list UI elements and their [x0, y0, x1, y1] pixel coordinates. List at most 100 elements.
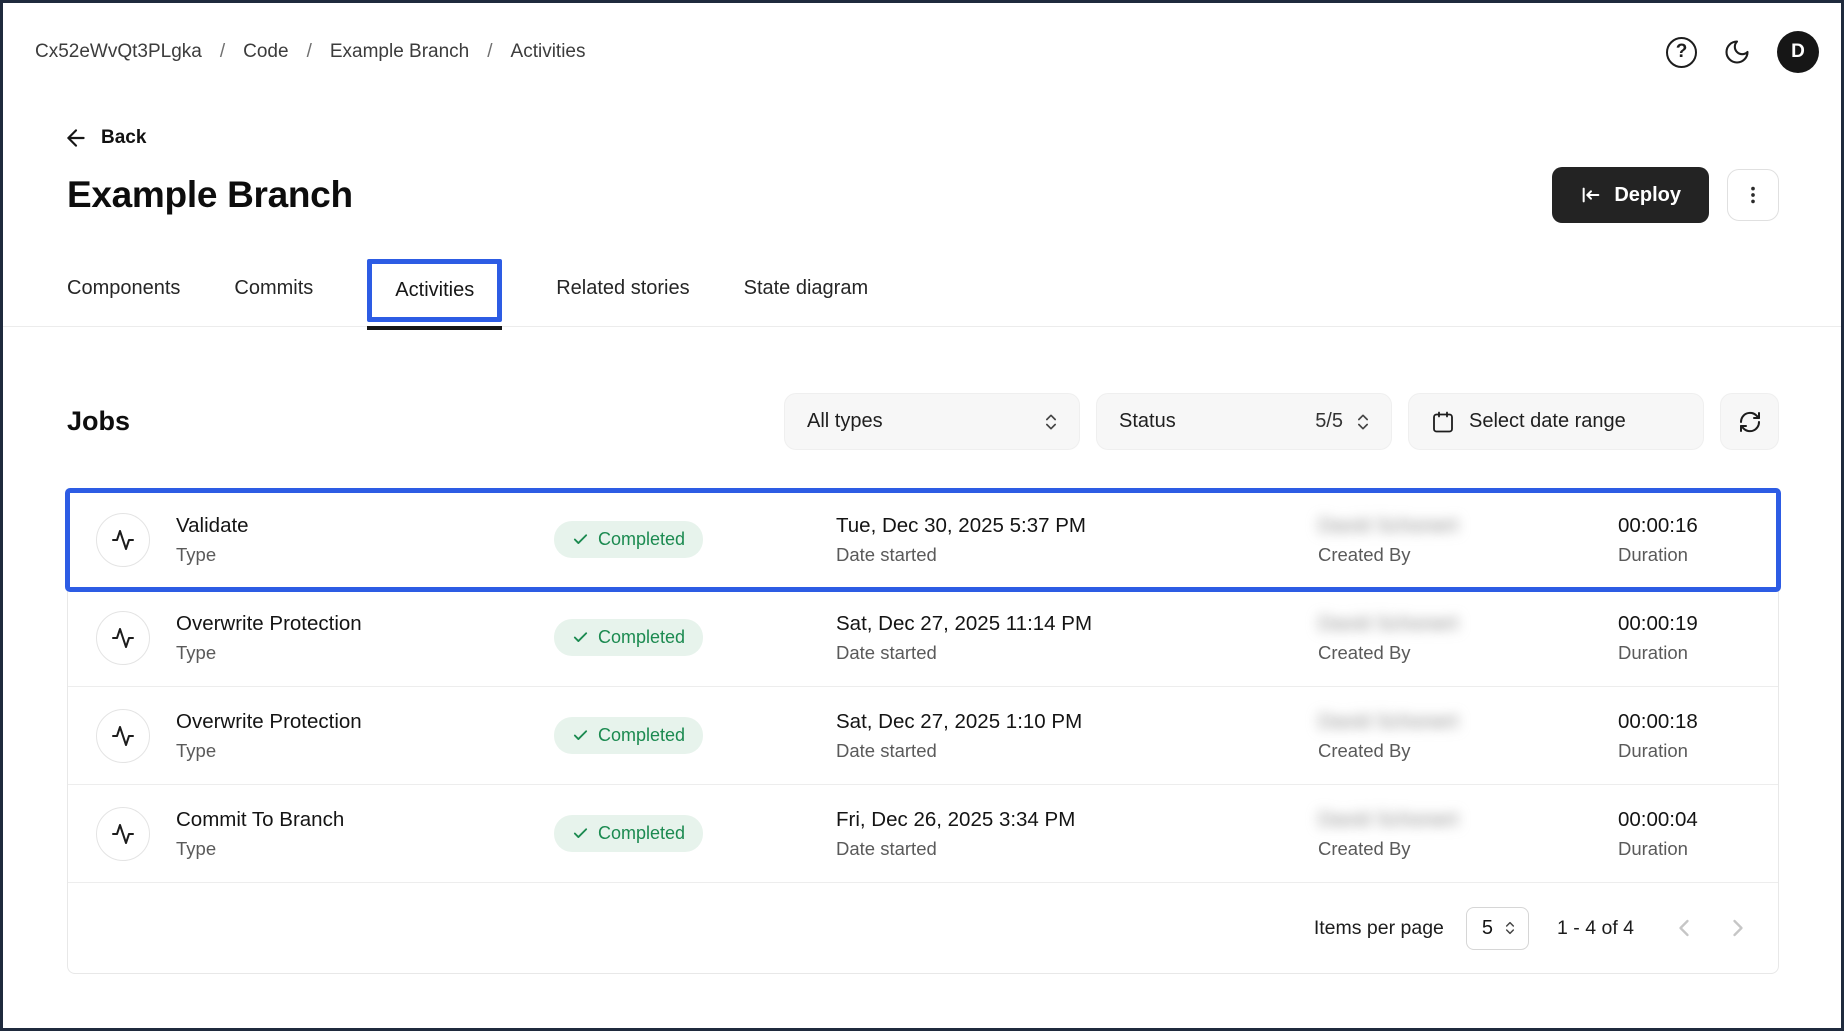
next-page-button[interactable] — [1724, 914, 1752, 942]
deploy-label: Deploy — [1614, 184, 1681, 207]
items-per-page-value: 5 — [1482, 917, 1493, 940]
deploy-button[interactable]: Deploy — [1552, 167, 1709, 223]
job-status-cell: Completed — [554, 717, 836, 754]
jobs-filters: All types Status 5/5 Select date range — [784, 393, 1779, 450]
breadcrumb-separator: / — [220, 41, 225, 63]
status-badge: Completed — [554, 521, 703, 558]
user-avatar[interactable]: D — [1777, 31, 1819, 73]
job-date: Sat, Dec 27, 2025 1:10 PM — [836, 710, 1318, 734]
job-duration-cell: 00:00:18 Duration — [1618, 710, 1778, 762]
jobs-header: Jobs All types Status 5/5 Select date ra… — [3, 393, 1841, 450]
header-actions: Deploy — [1552, 167, 1779, 223]
job-date-cell: Sat, Dec 27, 2025 1:10 PM Date started — [836, 710, 1318, 762]
job-type-label: Type — [176, 740, 362, 762]
activity-icon — [96, 611, 150, 665]
job-name: Overwrite Protection — [176, 710, 362, 734]
job-name: Overwrite Protection — [176, 612, 362, 636]
created-by-label: Created By — [1318, 544, 1618, 566]
calendar-icon — [1431, 410, 1455, 434]
date-started-label: Date started — [836, 740, 1318, 762]
job-name: Commit To Branch — [176, 808, 344, 832]
help-button[interactable]: ? — [1666, 37, 1697, 68]
pagination-range: 1 - 4 of 4 — [1557, 917, 1634, 940]
created-by-label: Created By — [1318, 838, 1618, 860]
status-badge-label: Completed — [598, 627, 685, 648]
activity-icon — [96, 709, 150, 763]
job-date: Sat, Dec 27, 2025 11:14 PM — [836, 612, 1318, 636]
tab-activities[interactable]: Activities — [367, 259, 502, 322]
activity-icon — [96, 513, 150, 567]
status-filter-count: 5/5 — [1315, 410, 1343, 433]
job-duration-cell: 00:00:19 Duration — [1618, 612, 1778, 664]
items-per-page-select[interactable]: 5 — [1466, 907, 1529, 950]
tab-state-diagram[interactable]: State diagram — [744, 277, 869, 304]
job-row-overwrite-protection[interactable]: Overwrite Protection Type Completed Sat,… — [68, 687, 1778, 785]
duration-label: Duration — [1618, 544, 1778, 566]
job-duration: 00:00:19 — [1618, 612, 1778, 636]
status-badge-label: Completed — [598, 725, 685, 746]
breadcrumb-code[interactable]: Code — [243, 41, 288, 63]
job-duration-cell: 00:00:16 Duration — [1618, 514, 1778, 566]
date-started-label: Date started — [836, 642, 1318, 664]
job-creator: David Schonert — [1318, 612, 1618, 636]
job-name-cell: Overwrite Protection Type — [96, 611, 554, 665]
check-icon — [572, 825, 589, 842]
job-creator-cell: David Schonert Created By — [1318, 808, 1618, 860]
job-creator-cell: David Schonert Created By — [1318, 612, 1618, 664]
date-started-label: Date started — [836, 544, 1318, 566]
job-row-commit-to-branch[interactable]: Commit To Branch Type Completed Fri, Dec… — [68, 785, 1778, 883]
chevron-up-down-icon — [1041, 412, 1061, 432]
job-type-label: Type — [176, 544, 249, 566]
duration-label: Duration — [1618, 740, 1778, 762]
theme-toggle-button[interactable] — [1723, 38, 1751, 66]
date-range-placeholder: Select date range — [1469, 410, 1626, 433]
tab-related-stories[interactable]: Related stories — [556, 277, 689, 304]
help-icon: ? — [1666, 37, 1697, 68]
job-status-cell: Completed — [554, 619, 836, 656]
duration-label: Duration — [1618, 642, 1778, 664]
more-options-button[interactable] — [1727, 169, 1779, 221]
deploy-icon — [1580, 184, 1602, 206]
page-header: Example Branch Deploy — [3, 151, 1841, 223]
previous-page-button[interactable] — [1670, 914, 1698, 942]
moon-icon — [1723, 38, 1751, 66]
job-duration: 00:00:04 — [1618, 808, 1778, 832]
breadcrumb-project[interactable]: Cx52eWvQt3PLgka — [35, 41, 202, 63]
duration-label: Duration — [1618, 838, 1778, 860]
job-date-cell: Tue, Dec 30, 2025 5:37 PM Date started — [836, 514, 1318, 566]
date-range-picker[interactable]: Select date range — [1408, 393, 1704, 450]
job-duration-cell: 00:00:04 Duration — [1618, 808, 1778, 860]
tab-commits[interactable]: Commits — [234, 277, 313, 304]
tab-components[interactable]: Components — [67, 277, 180, 304]
job-creator-cell: David Schonert Created By — [1318, 710, 1618, 762]
job-row-validate[interactable]: Validate Type Completed Tue, Dec 30, 202… — [68, 491, 1778, 589]
type-filter-select[interactable]: All types — [784, 393, 1080, 450]
created-by-label: Created By — [1318, 642, 1618, 664]
chevron-up-down-icon — [1502, 920, 1518, 936]
kebab-menu-icon — [1742, 184, 1764, 206]
job-name-cell: Overwrite Protection Type — [96, 709, 554, 763]
breadcrumb-branch[interactable]: Example Branch — [330, 41, 469, 63]
breadcrumb-activities[interactable]: Activities — [511, 41, 586, 63]
chevron-right-icon — [1724, 914, 1752, 942]
job-name-cell: Validate Type — [96, 513, 554, 567]
pagination-nav — [1670, 914, 1752, 942]
job-type-label: Type — [176, 642, 362, 664]
items-per-page-label: Items per page — [1314, 917, 1444, 940]
tab-bar: Components Commits Activities Related st… — [3, 255, 1841, 327]
page-title: Example Branch — [67, 174, 353, 216]
breadcrumb-separator: / — [307, 41, 312, 63]
app-window: Cx52eWvQt3PLgka / Code / Example Branch … — [0, 0, 1844, 1031]
job-creator: David Schonert — [1318, 808, 1618, 832]
refresh-button[interactable] — [1720, 393, 1779, 450]
status-filter-label: Status — [1119, 410, 1176, 433]
breadcrumb-separator: / — [487, 41, 492, 63]
job-row-overwrite-protection[interactable]: Overwrite Protection Type Completed Sat,… — [68, 589, 1778, 687]
jobs-table: Validate Type Completed Tue, Dec 30, 202… — [67, 490, 1779, 974]
job-creator: David Schonert — [1318, 710, 1618, 734]
job-type-label: Type — [176, 838, 344, 860]
job-date: Tue, Dec 30, 2025 5:37 PM — [836, 514, 1318, 538]
status-filter-select[interactable]: Status 5/5 — [1096, 393, 1392, 450]
status-badge: Completed — [554, 815, 703, 852]
back-button[interactable]: Back — [63, 125, 146, 151]
